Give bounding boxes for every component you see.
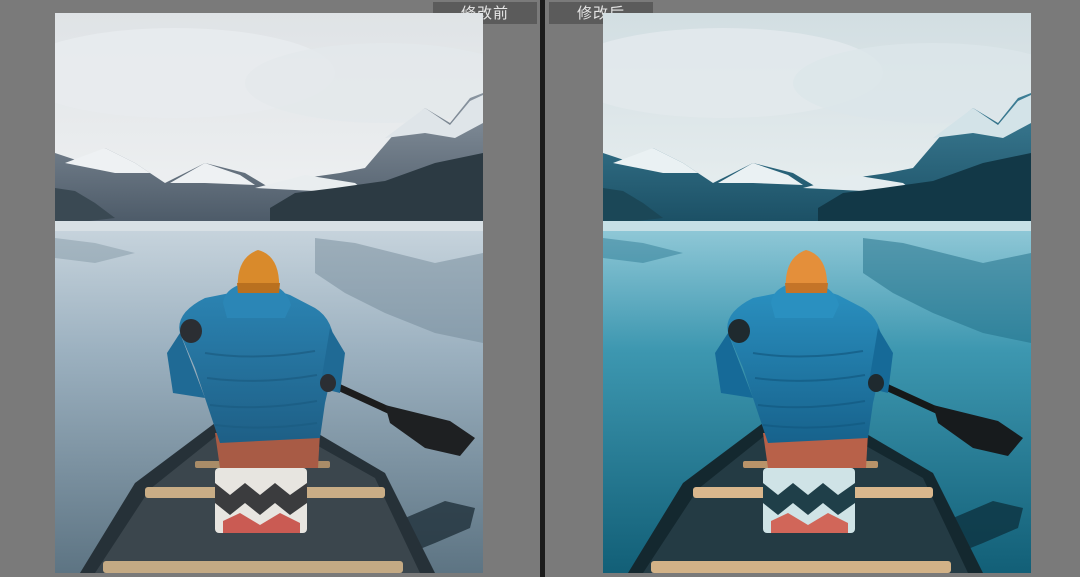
after-photo	[603, 13, 1031, 573]
before-photo-image	[55, 13, 483, 573]
after-photo-image	[603, 13, 1031, 573]
before-photo	[55, 13, 483, 573]
before-pane: 修改前	[0, 0, 540, 577]
after-pane: 修改后	[545, 0, 1080, 577]
